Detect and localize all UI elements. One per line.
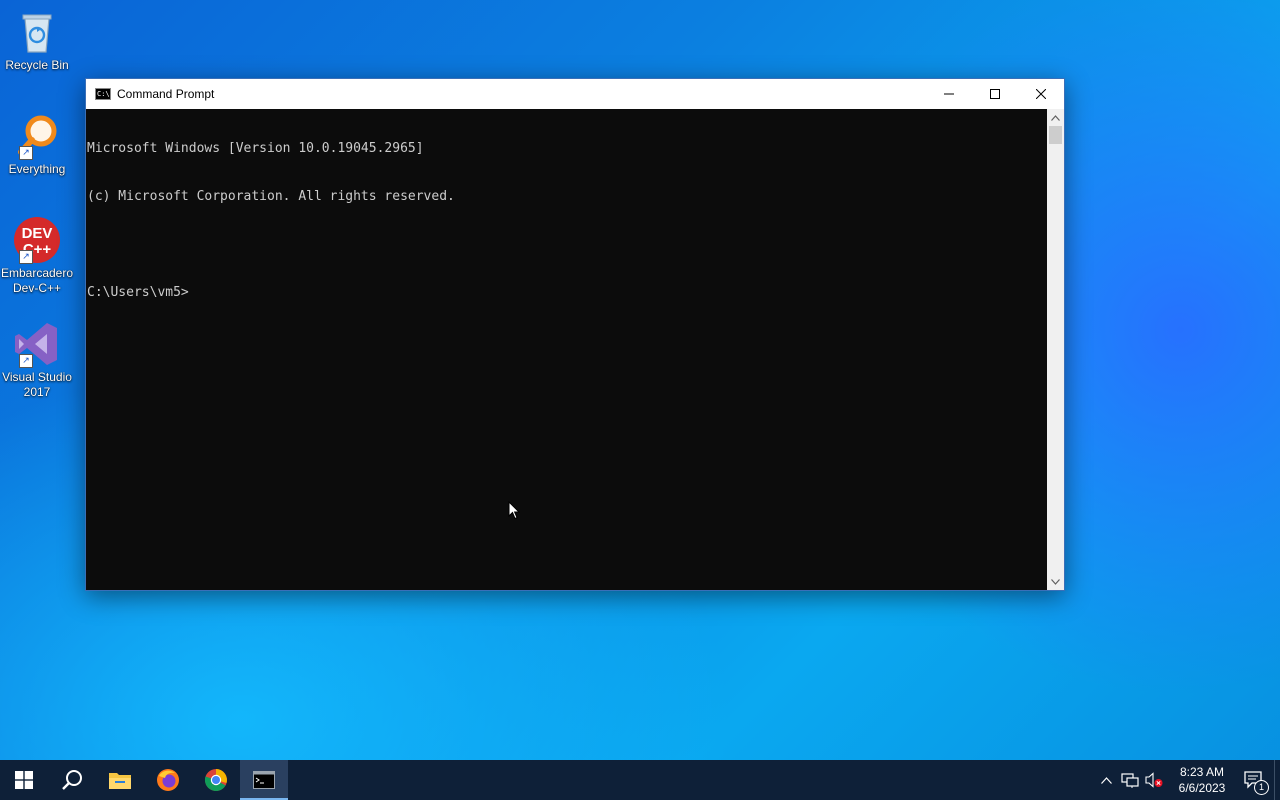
console-line: Microsoft Windows [Version 10.0.19045.29… xyxy=(87,141,424,156)
scrollbar-thumb[interactable] xyxy=(1049,126,1062,144)
command-prompt-window[interactable]: C:\ Command Prompt Microsoft Windows [Ve… xyxy=(85,78,1065,591)
cmd-icon xyxy=(253,771,275,789)
svg-text:DEV: DEV xyxy=(22,225,53,242)
taskbar-search-button[interactable] xyxy=(48,760,96,800)
firefox-icon xyxy=(157,769,179,791)
windows-start-icon xyxy=(15,771,33,789)
desktop-icon-label: Embarcadero Dev-C++ xyxy=(0,266,74,295)
desktop-icon-label: Recycle Bin xyxy=(5,58,69,72)
chevron-up-icon xyxy=(1100,776,1112,784)
console-prompt-line: C:\Users\vm5> xyxy=(87,285,189,300)
mouse-cursor-icon xyxy=(508,500,521,525)
network-icon xyxy=(1121,773,1139,788)
taskbar-command-prompt[interactable] xyxy=(240,760,288,800)
scroll-up-button[interactable] xyxy=(1047,109,1064,126)
notification-count-badge: 1 xyxy=(1254,780,1269,795)
minimize-button[interactable] xyxy=(926,79,972,109)
taskbar: 8:23 AM 6/6/2023 1 xyxy=(0,760,1280,800)
close-button[interactable] xyxy=(1018,79,1064,109)
volume-muted-icon xyxy=(1145,772,1163,788)
maximize-button[interactable] xyxy=(972,79,1018,109)
desktop-icon-visual-studio[interactable]: ↗ Visual Studio 2017 xyxy=(0,320,74,400)
system-tray: 8:23 AM 6/6/2023 1 xyxy=(1094,760,1280,800)
show-desktop-button[interactable] xyxy=(1274,760,1280,800)
everything-search-icon: ↗ xyxy=(13,112,61,160)
show-hidden-icons-button[interactable] xyxy=(1094,760,1118,800)
taskbar-chrome[interactable] xyxy=(192,760,240,800)
maximize-icon xyxy=(990,89,1000,99)
close-icon xyxy=(1036,89,1046,99)
shortcut-arrow-icon: ↗ xyxy=(19,146,33,160)
vertical-scrollbar[interactable] xyxy=(1047,109,1064,590)
scroll-down-button[interactable] xyxy=(1047,573,1064,590)
chevron-up-icon xyxy=(1051,114,1060,121)
visual-studio-icon: ↗ xyxy=(13,320,61,368)
action-center-button[interactable]: 1 xyxy=(1234,760,1274,800)
cmd-icon: C:\ xyxy=(95,88,111,100)
console-line: (c) Microsoft Corporation. All rights re… xyxy=(87,189,455,204)
shortcut-arrow-icon: ↗ xyxy=(19,250,33,264)
window-title: Command Prompt xyxy=(117,87,215,101)
folder-icon xyxy=(109,773,131,789)
console-output[interactable]: Microsoft Windows [Version 10.0.19045.29… xyxy=(86,109,1046,590)
volume-button[interactable] xyxy=(1142,760,1166,800)
shortcut-arrow-icon: ↗ xyxy=(19,354,33,368)
clock-date: 6/6/2023 xyxy=(1178,781,1226,795)
window-titlebar[interactable]: C:\ Command Prompt xyxy=(86,79,1064,109)
chrome-icon xyxy=(204,769,227,791)
desktop-icon-recycle-bin[interactable]: Recycle Bin xyxy=(0,8,74,73)
start-button[interactable] xyxy=(0,760,48,800)
taskbar-clock[interactable]: 8:23 AM 6/6/2023 xyxy=(1170,764,1234,796)
dev-cpp-icon: DEV C++ ↗ xyxy=(13,216,61,264)
taskbar-firefox[interactable] xyxy=(144,760,192,800)
network-button[interactable] xyxy=(1118,760,1142,800)
minimize-icon xyxy=(944,93,954,95)
clock-time: 8:23 AM xyxy=(1179,765,1225,779)
recycle-bin-icon xyxy=(13,8,61,56)
desktop-icon-dev-cpp[interactable]: DEV C++ ↗ Embarcadero Dev-C++ xyxy=(0,216,74,296)
search-icon xyxy=(62,770,82,790)
desktop-icon-everything[interactable]: ↗ Everything xyxy=(0,112,74,177)
desktop-icon-label: Everything xyxy=(8,162,66,176)
chevron-down-icon xyxy=(1051,578,1060,585)
desktop-icon-label: Visual Studio 2017 xyxy=(2,370,72,399)
taskbar-file-explorer[interactable] xyxy=(96,760,144,800)
